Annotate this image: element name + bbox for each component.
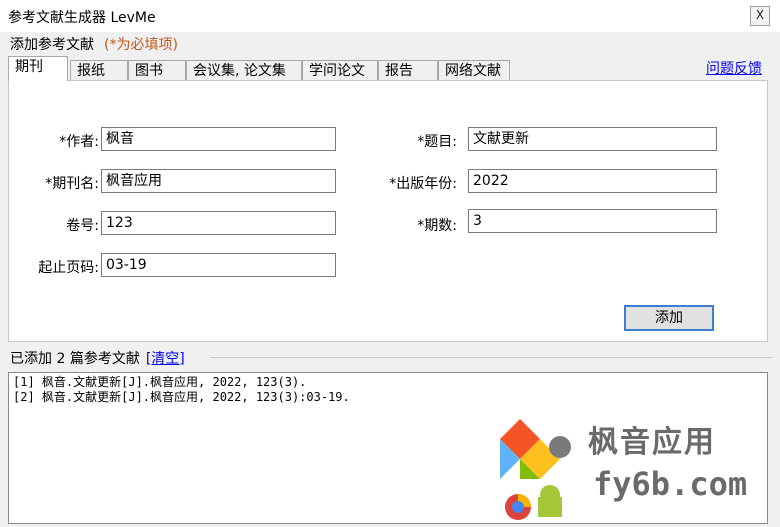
year-label: *出版年份:	[389, 176, 457, 192]
title-label: *题目:	[417, 134, 457, 150]
divider	[210, 357, 772, 358]
tab-thesis[interactable]: 学问论文	[302, 60, 378, 80]
author-label: *作者:	[59, 134, 99, 150]
watermark-domain: fy6b.com	[593, 465, 748, 503]
form-panel: *作者: 枫音 *题目: 文献更新 *期刊名: 枫音应用 *出版年份: 2022…	[8, 80, 768, 342]
clear-link[interactable]: [清空]	[146, 351, 185, 367]
window-title: 参考文献生成器 LevMe	[8, 10, 156, 26]
main-client: 添加参考文献 (*为必填项) 问题反馈 期刊 报纸 图书 会议集, 论文集 学问论…	[0, 32, 780, 527]
tab-book[interactable]: 图书	[128, 60, 186, 80]
added-summary: 已添加 2 篇参考文献 [清空]	[10, 348, 185, 368]
group-title: 添加参考文献 (*为必填项)	[10, 34, 182, 54]
issue-label: *期数:	[417, 218, 457, 234]
journal-label: *期刊名:	[45, 176, 99, 192]
watermark: 枫音应用 fy6b.com	[498, 417, 770, 527]
added-count: 2	[56, 351, 66, 367]
year-input[interactable]: 2022	[468, 169, 717, 193]
tab-proceedings[interactable]: 会议集, 论文集	[186, 60, 302, 80]
tab-report[interactable]: 报告	[378, 60, 438, 80]
title-input[interactable]: 文献更新	[468, 127, 717, 151]
journal-input[interactable]: 枫音应用	[101, 169, 336, 193]
added-label-prefix: 已添加	[10, 351, 52, 367]
citation-line: [1] 枫音.文献更新[J].枫音应用, 2022, 123(3).	[13, 375, 307, 389]
volume-label: 卷号:	[66, 218, 99, 234]
citation-line: [2] 枫音.文献更新[J].枫音应用, 2022, 123(3):03-19.	[13, 390, 350, 404]
volume-input[interactable]: 123	[101, 211, 336, 235]
tab-journal[interactable]: 期刊	[8, 56, 68, 81]
watermark-brand: 枫音应用	[588, 425, 716, 460]
tab-newspaper[interactable]: 报纸	[70, 60, 128, 80]
feedback-link[interactable]: 问题反馈	[706, 58, 762, 78]
group-title-text: 添加参考文献	[10, 37, 94, 53]
added-label-suffix: 篇参考文献	[69, 351, 140, 367]
close-button[interactable]: X	[750, 6, 770, 26]
pages-input[interactable]: 03-19	[101, 253, 336, 277]
pages-label: 起止页码:	[38, 260, 99, 276]
add-button[interactable]: 添加	[624, 305, 714, 331]
author-input[interactable]: 枫音	[101, 127, 336, 151]
windows-logo-icon	[500, 419, 571, 520]
issue-input[interactable]: 3	[468, 209, 717, 233]
required-note: (*为必填项)	[104, 37, 178, 53]
tab-web[interactable]: 网络文献	[438, 60, 510, 80]
title-bar: 参考文献生成器 LevMe X	[0, 0, 780, 32]
